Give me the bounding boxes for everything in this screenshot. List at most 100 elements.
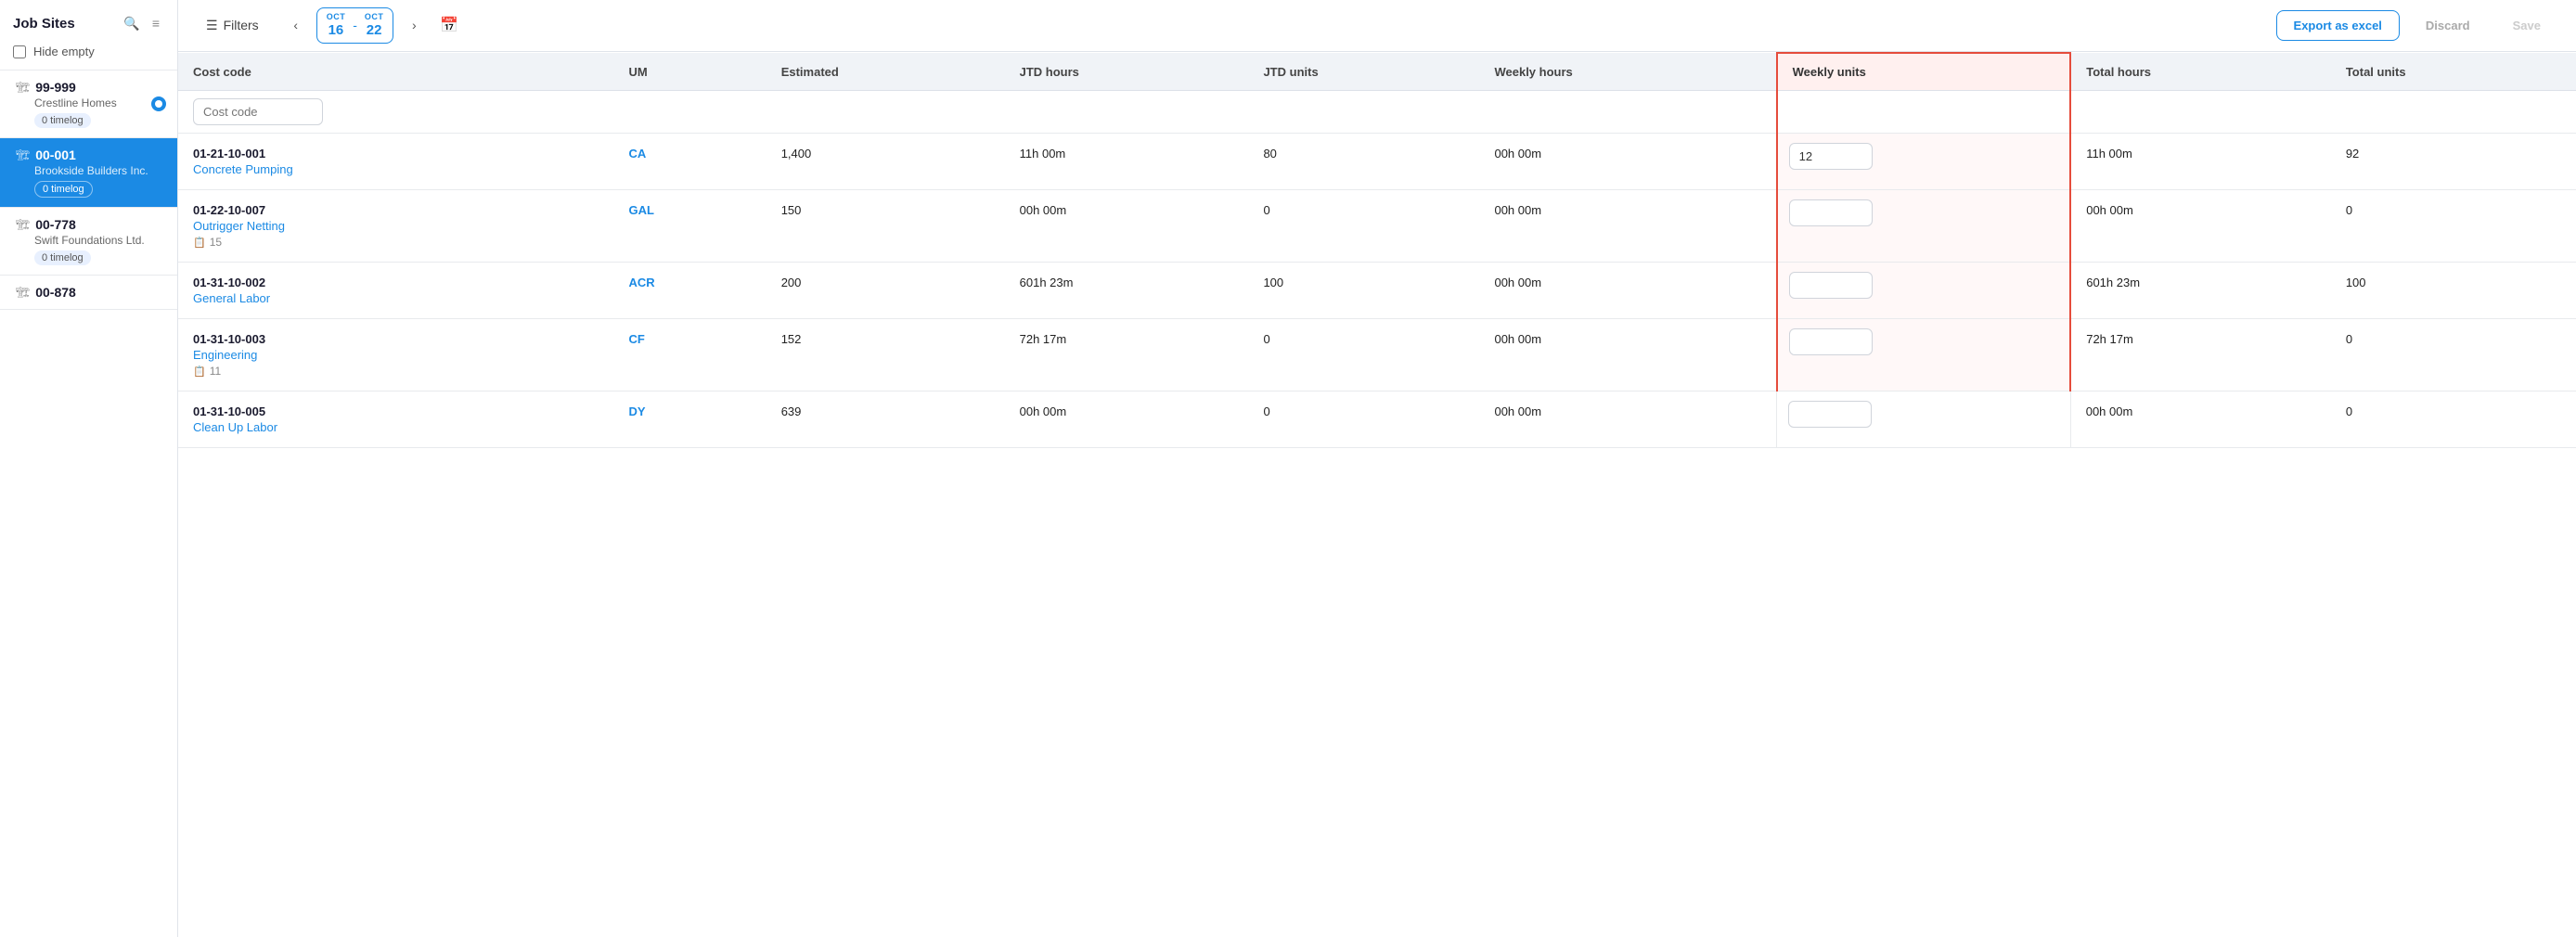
prev-date-button[interactable]: ‹ [283, 12, 309, 38]
cell-total-hours: 00h 00m [2070, 391, 2331, 448]
empty-cell-estimated [766, 91, 1005, 134]
cell-total-hours: 00h 00m [2070, 190, 2331, 263]
hide-empty-checkbox[interactable] [13, 45, 26, 58]
site-code: 00-778 [35, 217, 76, 232]
weekly-units-input[interactable] [1789, 272, 1873, 299]
sidebar-icon-group: 🔍 ≡ [123, 15, 164, 32]
cost-code-name-link[interactable]: Outrigger Netting [193, 219, 599, 233]
main-content: ☰ Filters ‹ OCT 16 - OCT 22 › 📅 [178, 0, 2576, 937]
um-value: CF [628, 332, 644, 346]
document-icon: 📋 [193, 366, 206, 378]
th-weekly-units: Weekly units [1777, 53, 2071, 91]
sidebar: Job Sites 🔍 ≡ Hide empty 🏗99-999Crestlin… [0, 0, 178, 937]
cost-code-name-link[interactable]: Clean Up Labor [193, 420, 599, 434]
cell-cost-code: 01-31-10-003Engineering📋 11 [178, 319, 613, 391]
empty-cell-total-hours [2070, 91, 2331, 134]
cell-jtd-units: 0 [1248, 391, 1479, 448]
th-um: UM [613, 53, 766, 91]
building-icon: 🏗 [16, 148, 30, 161]
site-name: Swift Foundations Ltd. [34, 234, 164, 247]
building-icon: 🏗 [16, 218, 30, 231]
site-item-row: 🏗99-999 [16, 80, 164, 95]
sidebar-item-00-878[interactable]: 🏗00-878 [0, 276, 177, 309]
cell-weekly-hours: 00h 00m [1479, 134, 1776, 190]
date-from: OCT 16 [327, 12, 346, 39]
date-navigator: ‹ OCT 16 - OCT 22 › 📅 [283, 7, 465, 44]
cell-total-units: 100 [2331, 263, 2576, 319]
date-to-day: 22 [367, 22, 382, 39]
cell-estimated: 150 [766, 190, 1005, 263]
date-range: OCT 16 - OCT 22 [316, 7, 394, 44]
sidebar-item-99-999[interactable]: 🏗99-999Crestline Homes0 timelog [0, 71, 177, 137]
table-row: 01-21-10-001Concrete Pumping CA 1,400 11h 0… [178, 134, 2576, 190]
weekly-units-input[interactable] [1789, 328, 1873, 355]
cell-cost-code: 01-31-10-002 General Labor [178, 263, 613, 319]
search-row [178, 91, 2576, 134]
empty-cell-um [613, 91, 766, 134]
cell-um: DY [613, 391, 766, 448]
cost-code-search-input[interactable] [193, 98, 323, 125]
cost-code-id: 01-31-10-003 [193, 332, 599, 346]
cell-jtd-hours: 72h 17m [1005, 319, 1249, 391]
site-name: Brookside Builders Inc. [34, 164, 164, 177]
cell-sub-info: 📋 15 [193, 236, 599, 249]
th-cost-code: Cost code [178, 53, 613, 91]
cell-total-hours: 601h 23m [2070, 263, 2331, 319]
weekly-units-input[interactable] [1788, 401, 1872, 428]
th-weekly-hours: Weekly hours [1479, 53, 1776, 91]
sidebar-item-00-001[interactable]: 🏗00-001Brookside Builders Inc.0 timelog [0, 138, 177, 207]
search-icon[interactable]: 🔍 [123, 15, 140, 32]
cell-um: CA [613, 134, 766, 190]
cell-total-hours: 11h 00m [2070, 134, 2331, 190]
um-value: CA [628, 147, 646, 160]
cell-jtd-units: 80 [1248, 134, 1479, 190]
cell-cost-code: 01-21-10-001Concrete Pumping [178, 134, 613, 190]
cell-um: GAL [613, 190, 766, 263]
cell-estimated: 1,400 [766, 134, 1005, 190]
cost-code-name-link[interactable]: Concrete Pumping [193, 162, 599, 176]
cell-estimated: 200 [766, 263, 1005, 319]
sidebar-divider [0, 309, 177, 310]
sidebar-item-00-778[interactable]: 🏗00-778Swift Foundations Ltd.0 timelog [0, 208, 177, 275]
topbar-left: ☰ Filters ‹ OCT 16 - OCT 22 › 📅 [197, 7, 464, 44]
um-value: GAL [628, 203, 653, 217]
filters-label: Filters [224, 18, 259, 32]
cost-code-name-link[interactable]: General Labor [193, 291, 599, 305]
cost-code-id: 01-31-10-002 [193, 276, 599, 289]
th-total-units: Total units [2331, 53, 2576, 91]
cell-weekly-units [1777, 190, 2071, 263]
empty-cell-total-units [2331, 91, 2576, 134]
site-code: 99-999 [35, 80, 76, 95]
sidebar-title: Job Sites [13, 16, 75, 32]
table-container: Cost codeUMEstimatedJTD hoursJTD unitsWe… [178, 52, 2576, 937]
cell-jtd-hours: 00h 00m [1005, 391, 1249, 448]
next-date-button[interactable]: › [401, 12, 427, 38]
sliders-icon: ☰ [206, 18, 218, 33]
timelog-badge: 0 timelog [34, 113, 91, 128]
cell-weekly-hours: 00h 00m [1479, 190, 1776, 263]
cell-cost-code: 01-31-10-005 Clean Up Labor [178, 391, 613, 448]
table-row: 01-31-10-003Engineering📋 11CF15272h 17m0… [178, 319, 2576, 391]
date-to-month: OCT [365, 12, 384, 22]
table-row: 01-31-10-005Clean Up LaborDY63900h 00m00… [178, 391, 2576, 448]
weekly-units-input[interactable] [1789, 199, 1873, 226]
cell-jtd-hours: 00h 00m [1005, 190, 1249, 263]
filter-icon[interactable]: ≡ [148, 15, 164, 32]
cell-estimated: 152 [766, 319, 1005, 391]
cost-code-id: 01-31-10-005 [193, 404, 599, 418]
hide-empty-row: Hide empty [0, 41, 177, 70]
discard-button[interactable]: Discard [2409, 11, 2487, 40]
save-button[interactable]: Save [2496, 11, 2557, 40]
site-code: 00-001 [35, 148, 76, 162]
export-excel-button[interactable]: Export as excel [2276, 10, 2400, 41]
cost-code-name-link[interactable]: Engineering [193, 348, 599, 362]
site-code: 00-878 [35, 285, 76, 300]
search-cell [178, 91, 613, 134]
calendar-icon[interactable]: 📅 [434, 10, 464, 40]
th-jtd-hours: JTD hours [1005, 53, 1249, 91]
cell-weekly-hours: 00h 00m [1479, 319, 1776, 391]
filters-button[interactable]: ☰ Filters [197, 12, 268, 39]
cell-cost-code: 01-22-10-007Outrigger Netting📋 15 [178, 190, 613, 263]
document-icon: 📋 [193, 237, 206, 249]
weekly-units-input[interactable] [1789, 143, 1873, 170]
